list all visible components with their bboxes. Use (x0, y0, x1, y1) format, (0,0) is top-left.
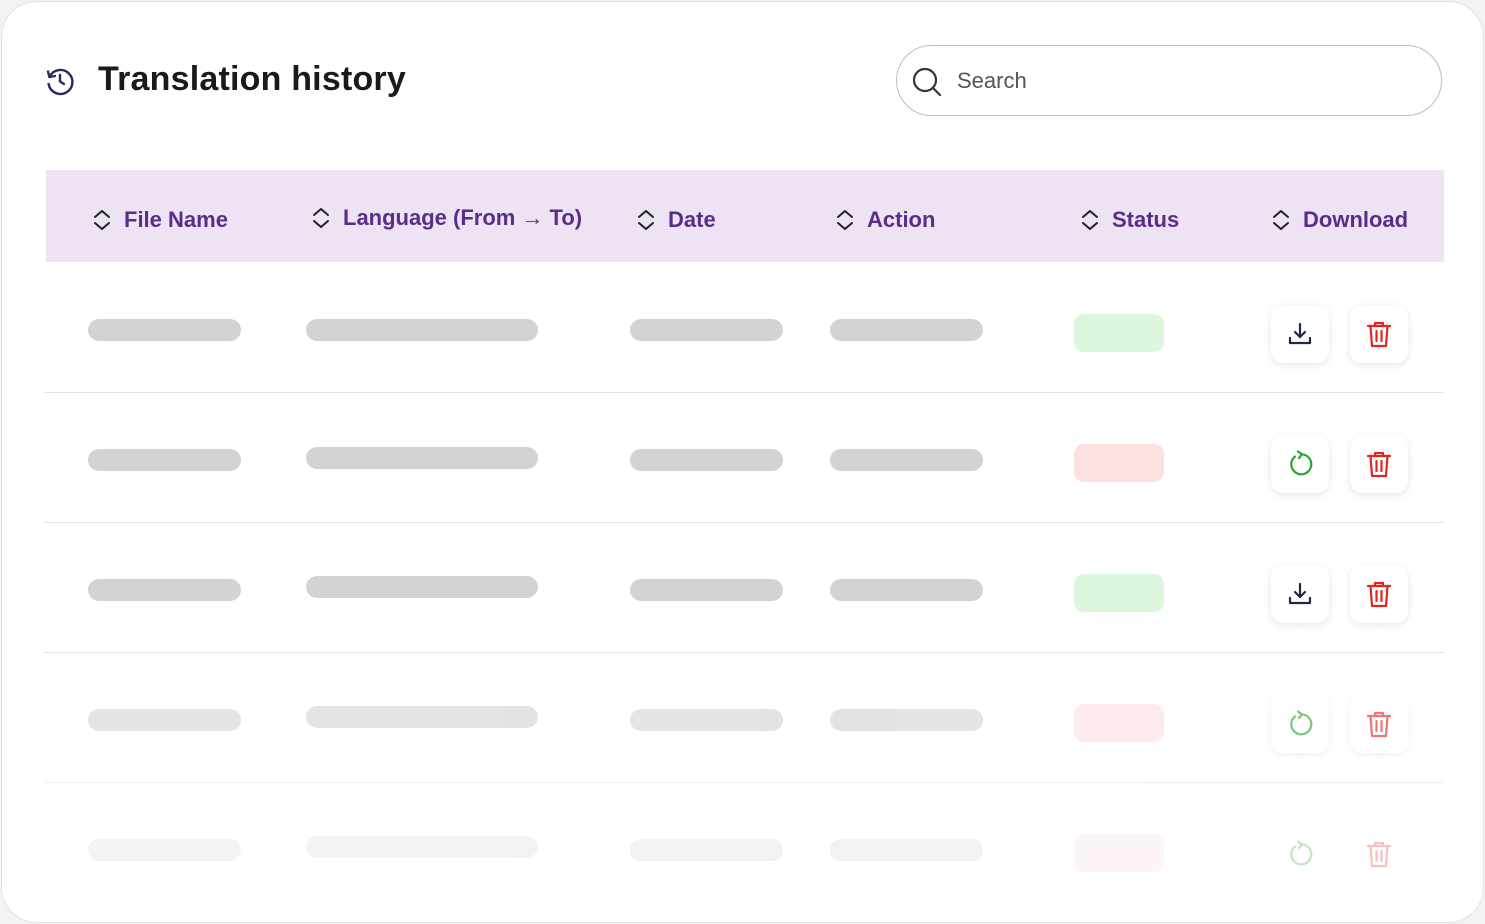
sort-icon (837, 210, 853, 230)
column-header-action[interactable]: Action (835, 207, 935, 233)
action-skeleton (830, 579, 983, 601)
trash-icon (1366, 581, 1392, 608)
history-icon (44, 65, 76, 97)
column-label: Date (668, 207, 716, 232)
retry-icon (1290, 450, 1313, 476)
column-header-status[interactable]: Status (1080, 207, 1179, 233)
table-row (44, 392, 1444, 523)
file-name-skeleton (88, 579, 241, 601)
table-header: File Name Language (From → To) Date Acti… (46, 170, 1444, 262)
download-icon (1288, 322, 1312, 345)
delete-button[interactable] (1350, 435, 1408, 493)
page-title: Translation history (98, 60, 406, 98)
trash-icon (1366, 841, 1392, 868)
column-label: Status (1112, 207, 1180, 232)
file-name-skeleton (88, 709, 241, 731)
date-skeleton (630, 319, 783, 341)
delete-button[interactable] (1350, 695, 1408, 753)
file-name-skeleton (88, 839, 241, 861)
language-skeleton (306, 706, 538, 728)
language-skeleton (306, 447, 538, 469)
trash-icon (1366, 451, 1392, 478)
date-skeleton (630, 709, 783, 731)
status-badge-failed (1074, 704, 1164, 742)
table-row (44, 262, 1444, 393)
download-button[interactable] (1271, 565, 1329, 623)
column-header-file-name[interactable]: File Name (92, 207, 228, 233)
download-button[interactable] (1271, 305, 1329, 363)
language-skeleton (306, 836, 538, 858)
action-skeleton (830, 319, 983, 341)
table-row (44, 782, 1444, 912)
search-input[interactable] (955, 60, 1419, 102)
retry-icon (1290, 840, 1313, 866)
sort-icon (94, 210, 110, 230)
delete-button[interactable] (1350, 825, 1408, 883)
sort-icon (313, 208, 329, 228)
retry-button[interactable] (1271, 825, 1329, 883)
retry-icon (1290, 710, 1313, 736)
status-badge-failed (1074, 444, 1164, 482)
delete-button[interactable] (1350, 305, 1408, 363)
column-header-download[interactable]: Download (1271, 207, 1408, 233)
date-skeleton (630, 579, 783, 601)
column-header-date[interactable]: Date (636, 207, 716, 233)
action-skeleton (830, 449, 983, 471)
action-skeleton (830, 709, 983, 731)
sort-icon (638, 210, 654, 230)
trash-icon (1366, 711, 1392, 738)
file-name-skeleton (88, 319, 241, 341)
sort-icon (1082, 210, 1098, 230)
search-box[interactable] (896, 45, 1442, 116)
status-badge-success (1074, 314, 1164, 352)
language-skeleton (306, 319, 538, 341)
download-icon (1288, 582, 1312, 605)
column-label: Download (1303, 207, 1409, 232)
delete-button[interactable] (1350, 565, 1408, 623)
status-badge-success (1074, 574, 1164, 612)
date-skeleton (630, 449, 783, 471)
status-badge-failed (1074, 834, 1164, 872)
table-row (44, 652, 1444, 783)
file-name-skeleton (88, 449, 241, 471)
column-label: File Name (124, 207, 228, 232)
translation-history-card: Translation history File Name Language (… (1, 1, 1484, 923)
trash-icon (1366, 321, 1392, 348)
sort-icon (1273, 210, 1289, 230)
column-label: Action (867, 207, 936, 232)
retry-button[interactable] (1271, 435, 1329, 493)
action-skeleton (830, 839, 983, 861)
table-row (44, 522, 1444, 653)
column-label: Language (From → To) (343, 205, 583, 230)
search-icon (911, 66, 943, 98)
retry-button[interactable] (1271, 695, 1329, 753)
language-skeleton (306, 576, 538, 598)
date-skeleton (630, 839, 783, 861)
column-header-language[interactable]: Language (From → To) (311, 205, 582, 231)
